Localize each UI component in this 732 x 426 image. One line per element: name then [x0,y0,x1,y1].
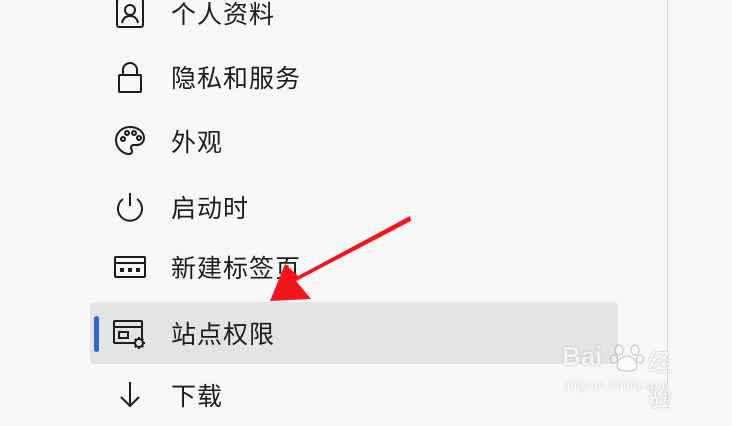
power-icon [112,189,148,225]
site-permissions-icon [112,315,148,351]
baidu-jingyan-watermark: Bai 经验 jingyan.baidu.com [560,335,695,412]
sidebar-item-label: 启动时 [171,194,250,223]
profile-icon [112,0,148,31]
palette-icon [112,123,148,159]
sidebar-item-startup[interactable]: 启动时 [90,176,618,238]
lock-icon [112,59,148,95]
paw-icon [610,344,644,372]
sidebar-item-site-permissions[interactable]: 站点权限 [90,302,618,364]
sidebar-item-profile[interactable]: 个人资料 [90,0,618,44]
new-tab-icon [112,249,148,285]
sidebar-item-downloads[interactable]: 下载 [90,364,618,426]
selection-indicator [94,316,99,352]
sidebar-item-appearance[interactable]: 外观 [90,110,618,172]
sidebar-item-new-tab[interactable]: 新建标签页 [90,236,618,298]
watermark-brand: Bai [562,341,603,371]
sidebar-item-label: 隐私和服务 [171,64,302,93]
sidebar-item-label: 站点权限 [171,320,276,349]
sidebar-item-label: 个人资料 [171,0,276,29]
watermark-url: jingyan.baidu.com [564,377,669,392]
sidebar-item-label: 外观 [171,128,224,157]
sidebar-item-label: 新建标签页 [171,254,302,283]
sidebar-item-privacy[interactable]: 隐私和服务 [90,46,618,108]
